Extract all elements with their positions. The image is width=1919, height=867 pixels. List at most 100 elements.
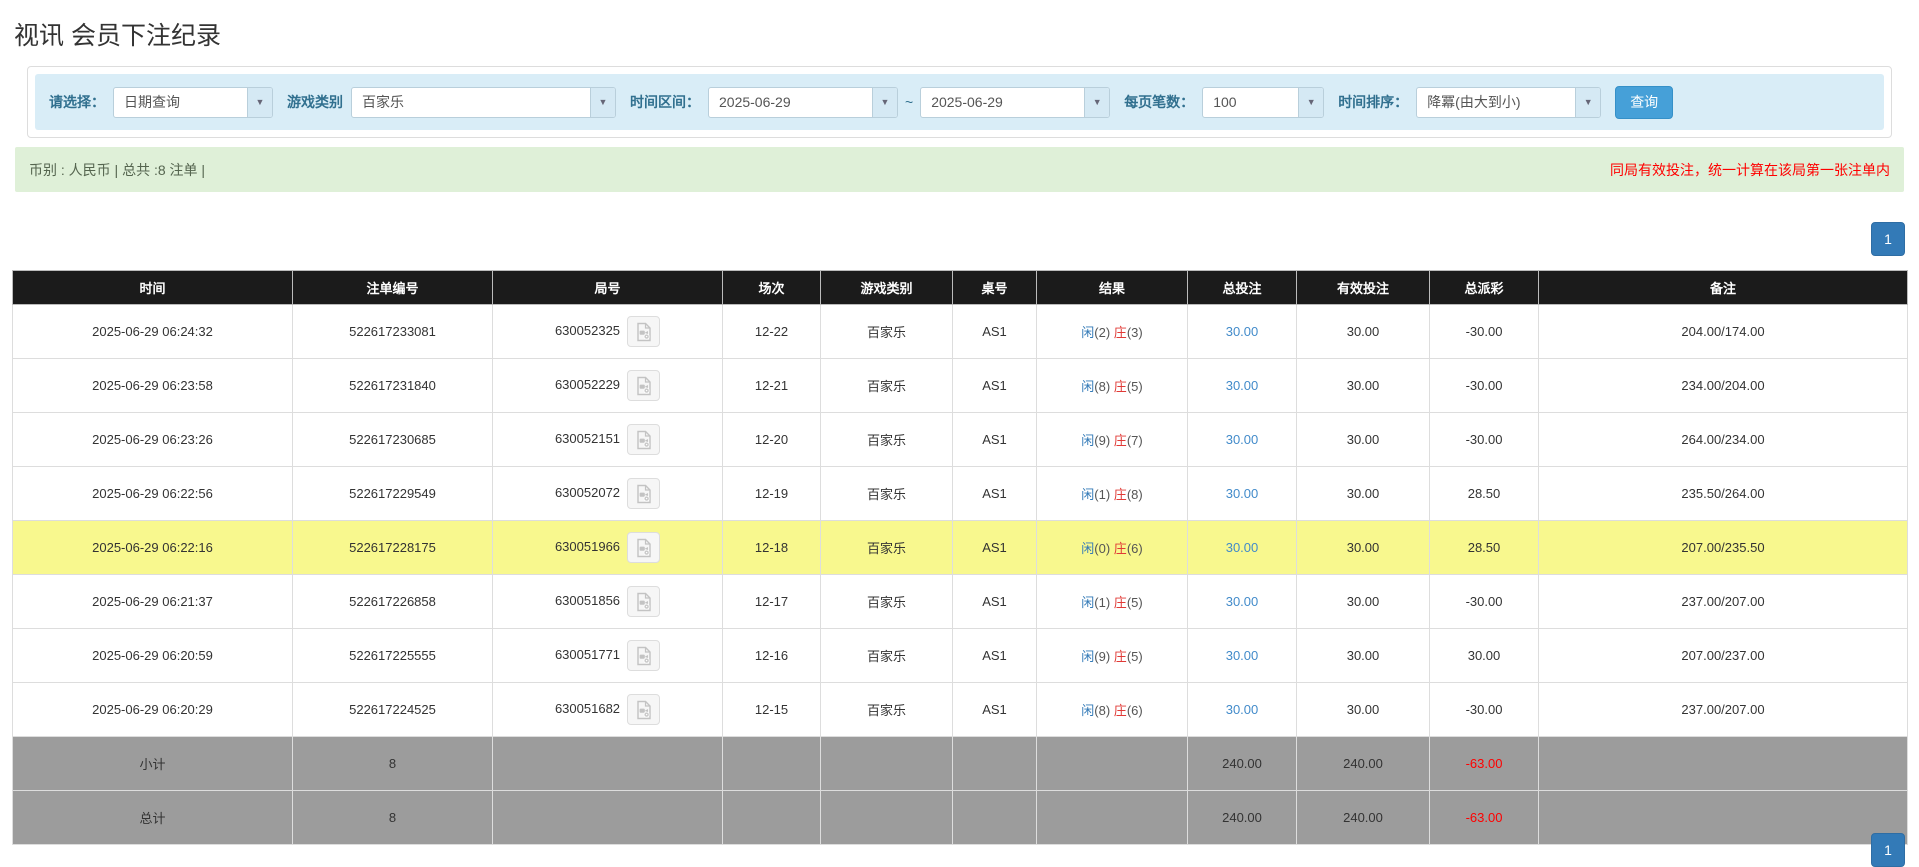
page-size-value: 100 — [1213, 93, 1237, 110]
footer-valid-bet: 240.00 — [1296, 790, 1430, 845]
round-id-text: 630052151 — [554, 430, 621, 446]
date-to-select[interactable]: 2025-06-29 ▼ — [920, 86, 1111, 118]
video-replay-button[interactable] — [627, 694, 661, 725]
search-button[interactable]: 查询 — [1615, 85, 1674, 119]
date-from-select[interactable]: 2025-06-29 ▼ — [708, 86, 898, 118]
footer-label: 总计 — [12, 790, 293, 845]
column-header: 结果 — [1036, 270, 1188, 305]
table-header-row: 时间 注单编号 局号 场次 游戏类别 桌号 结果 总投注 有效投注 总派彩 备注 — [12, 270, 1908, 305]
page-title: 视讯 会员下注纪录 — [14, 22, 221, 50]
total-bet-link[interactable]: 30.00 — [1226, 648, 1259, 663]
table-row: 2025-06-29 06:20:59 522617225555 630051771… — [12, 628, 1908, 683]
result-banker-label: 庄 — [1113, 433, 1127, 448]
result-banker-label: 庄 — [1113, 649, 1127, 664]
cell-time: 2025-06-29 06:22:56 — [12, 466, 293, 521]
total-bet-link[interactable]: 30.00 — [1226, 432, 1259, 447]
column-header: 注单编号 — [292, 270, 493, 305]
footer-empty-cell — [492, 736, 723, 791]
video-replay-button[interactable] — [627, 370, 661, 401]
column-header: 总投注 — [1187, 270, 1297, 305]
cell-remark: 204.00/174.00 — [1538, 304, 1908, 359]
column-header: 游戏类别 — [820, 270, 953, 305]
betting-records-table: 时间 注单编号 局号 场次 游戏类别 桌号 结果 总投注 有效投注 总派彩 备注 2025-06-2… — [12, 270, 1908, 845]
footer-total-bet: 240.00 — [1187, 790, 1297, 845]
total-bet-link[interactable]: 30.00 — [1226, 702, 1259, 717]
cell-remark: 235.50/264.00 — [1538, 466, 1908, 521]
cell-game-type: 百家乐 — [820, 358, 953, 413]
query-type-select[interactable]: 日期查询 ▼ — [113, 86, 273, 118]
cell-payout: -30.00 — [1429, 574, 1539, 629]
cell-session: 12-19 — [722, 466, 821, 521]
cell-game-type: 百家乐 — [820, 466, 953, 521]
result-player-number: (9) — [1094, 433, 1114, 448]
cell-session: 12-22 — [722, 304, 821, 359]
cell-time: 2025-06-29 06:20:29 — [12, 682, 293, 737]
cell-game-type: 百家乐 — [820, 304, 953, 359]
result-player-number: (8) — [1094, 379, 1114, 394]
result-banker-number: (8) — [1126, 487, 1143, 502]
cell-total-bet: 30.00 — [1187, 304, 1297, 359]
date-range-label: 时间区间： — [630, 94, 700, 110]
cell-game-type: 百家乐 — [820, 412, 953, 467]
cell-time: 2025-06-29 06:21:37 — [12, 574, 293, 629]
cell-valid-bet: 30.00 — [1296, 412, 1430, 467]
query-type-label: 请选择： — [49, 94, 105, 110]
result-player-number: (1) — [1094, 595, 1114, 610]
chevron-down-icon[interactable]: ▼ — [247, 87, 272, 117]
page-size-select[interactable]: 100 ▼ — [1202, 86, 1325, 118]
chevron-down-icon[interactable]: ▼ — [590, 87, 615, 117]
page-1-button[interactable]: 1 — [1871, 222, 1905, 256]
video-replay-icon — [636, 322, 651, 341]
footer-payout: -63.00 — [1429, 736, 1539, 791]
result-player-label: 闲 — [1081, 649, 1095, 664]
video-replay-button[interactable] — [627, 424, 661, 455]
chevron-down-icon[interactable]: ▼ — [1298, 87, 1324, 117]
cell-game-type: 百家乐 — [820, 520, 953, 575]
result-player-number: (9) — [1094, 649, 1114, 664]
column-header: 备注 — [1538, 270, 1908, 305]
page-1-button[interactable]: 1 — [1871, 833, 1905, 867]
time-sort-select[interactable]: 降冪(由大到小) ▼ — [1416, 86, 1602, 118]
footer-empty-cell — [492, 790, 723, 845]
total-bet-link[interactable]: 30.00 — [1226, 486, 1259, 501]
game-type-select[interactable]: 百家乐 ▼ — [351, 86, 616, 118]
cell-valid-bet: 30.00 — [1296, 466, 1430, 521]
cell-remark: 237.00/207.00 — [1538, 574, 1908, 629]
result-banker-number: (6) — [1126, 703, 1143, 718]
column-header: 总派彩 — [1429, 270, 1539, 305]
chevron-down-icon[interactable]: ▼ — [1575, 87, 1601, 117]
chevron-down-icon[interactable]: ▼ — [872, 87, 897, 117]
footer-payout: -63.00 — [1429, 790, 1539, 845]
page-size-label: 每页笔数： — [1124, 94, 1195, 110]
cell-round-id: 630051771 — [492, 628, 723, 683]
video-replay-button[interactable] — [627, 586, 661, 617]
column-header: 局号 — [492, 270, 723, 305]
video-replay-icon — [636, 376, 651, 395]
total-bet-link[interactable]: 30.00 — [1226, 594, 1259, 609]
table-row: 2025-06-29 06:23:58 522617231840 630052229… — [12, 358, 1908, 413]
total-bet-link[interactable]: 30.00 — [1226, 324, 1259, 339]
date-to-value: 2025-06-29 — [931, 93, 1003, 110]
total-bet-link[interactable]: 30.00 — [1226, 378, 1259, 393]
video-replay-button[interactable] — [627, 316, 661, 347]
filter-bar: 请选择： 日期查询 ▼ 游戏类别 百家乐 ▼ 时间区间： 2025-06-29 … — [35, 74, 1884, 130]
cell-result: 闲(9) 庄(5) — [1036, 628, 1188, 683]
cell-time: 2025-06-29 06:23:26 — [12, 412, 293, 467]
cell-table-no: AS1 — [952, 412, 1037, 467]
cell-remark: 237.00/207.00 — [1538, 682, 1908, 737]
chevron-down-icon[interactable]: ▼ — [1084, 87, 1110, 117]
video-replay-button[interactable] — [627, 478, 661, 509]
table-row: 2025-06-29 06:24:32 522617233081 630052325… — [12, 304, 1908, 359]
result-banker-label: 庄 — [1113, 541, 1127, 556]
betting-records-page: 视讯 会员下注纪录 请选择： 日期查询 ▼ 游戏类别 百家乐 ▼ 时间区间： 2… — [0, 0, 1919, 845]
footer-empty-cell — [1036, 736, 1188, 791]
total-bet-link[interactable]: 30.00 — [1226, 540, 1259, 555]
video-replay-button[interactable] — [627, 532, 661, 563]
result-banker-label: 庄 — [1113, 379, 1127, 394]
footer-label: 小计 — [12, 736, 293, 791]
cell-result: 闲(2) 庄(3) — [1036, 304, 1188, 359]
result-player-number: (1) — [1094, 487, 1114, 502]
video-replay-button[interactable] — [627, 640, 661, 671]
cell-valid-bet: 30.00 — [1296, 304, 1430, 359]
cell-bet-id: 522617229549 — [292, 466, 493, 521]
